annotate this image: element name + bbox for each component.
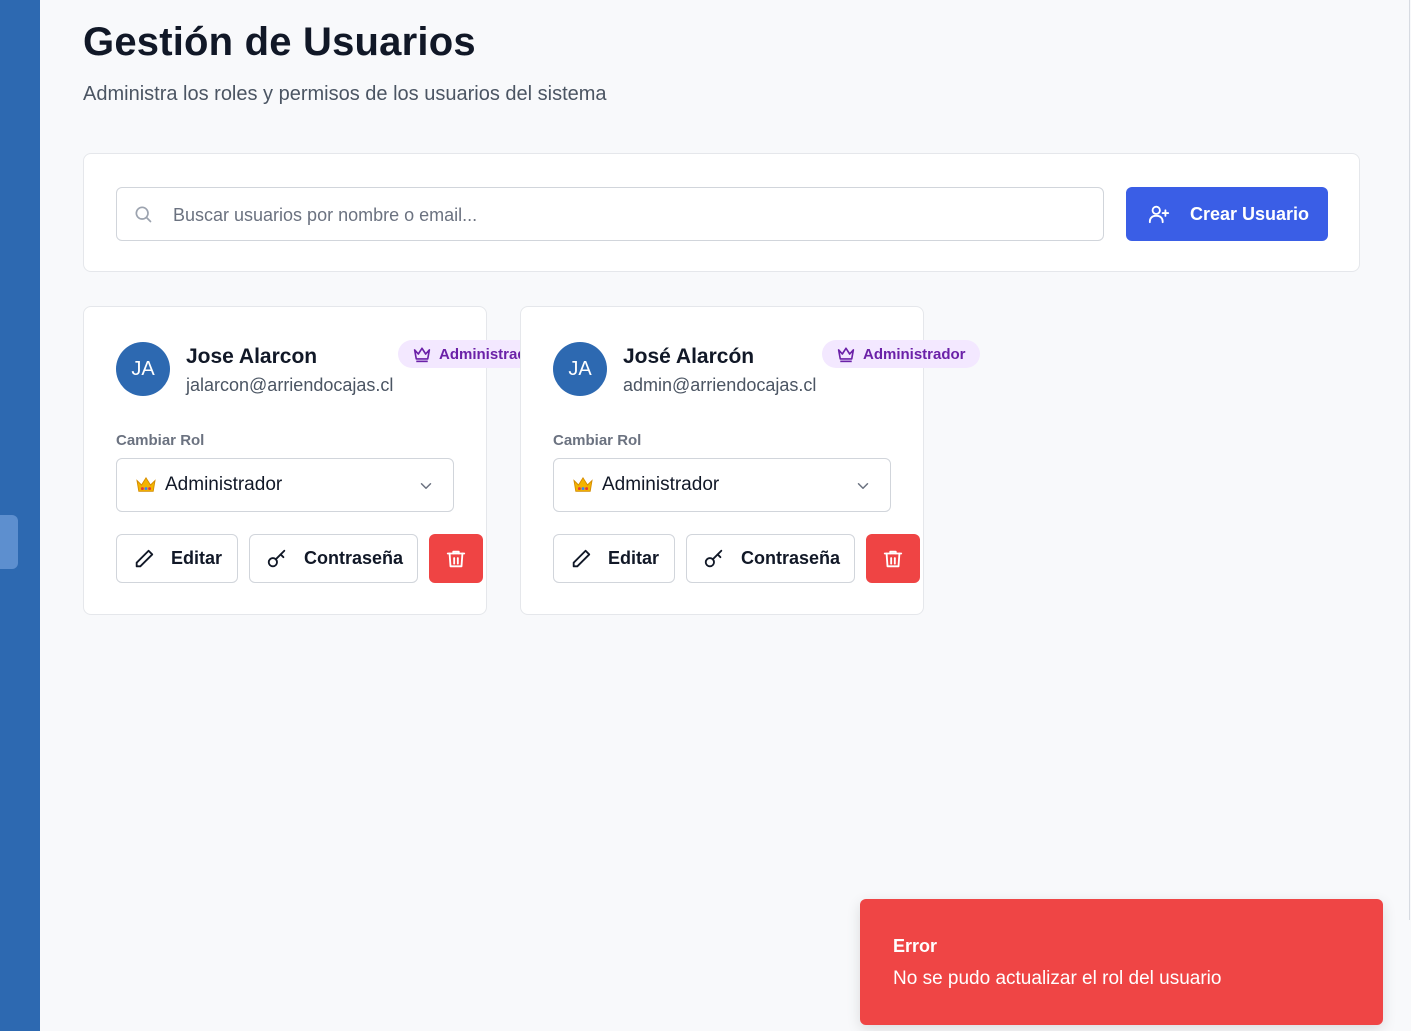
change-password-button[interactable]: Contraseña bbox=[249, 534, 418, 583]
crown-icon bbox=[837, 347, 855, 363]
search-icon bbox=[135, 206, 152, 223]
role-badge: Administrador bbox=[822, 340, 980, 368]
pencil-icon bbox=[572, 549, 591, 567]
role-label: Cambiar Rol bbox=[553, 432, 642, 449]
key-icon bbox=[704, 549, 723, 567]
role-badge-label: Administrador bbox=[863, 345, 966, 363]
user-email: admin@arriendocajas.cl bbox=[623, 375, 817, 395]
edit-button[interactable]: Editar bbox=[116, 534, 238, 583]
search-input[interactable] bbox=[171, 188, 1095, 242]
user-name: José Alarcón bbox=[623, 345, 755, 368]
page-subtitle: Administra los roles y permisos de los u… bbox=[83, 83, 607, 105]
role-select[interactable]: Administrador bbox=[116, 458, 454, 512]
scrollbar-edge bbox=[1409, 0, 1410, 920]
password-label: Contraseña bbox=[304, 548, 404, 568]
pencil-icon bbox=[135, 549, 154, 567]
trash-icon bbox=[883, 550, 903, 567]
search-box[interactable] bbox=[116, 187, 1104, 242]
avatar: JA bbox=[553, 342, 607, 396]
key-icon bbox=[267, 549, 286, 567]
badge-clip: Administrador bbox=[84, 307, 520, 387]
role-select-value: Administrador bbox=[602, 474, 720, 495]
user-card: JA José Alarcón admin@arriendocajas.cl A… bbox=[520, 306, 980, 615]
toast-message: No se pudo actualizar el rol del usuario bbox=[893, 968, 1222, 989]
edit-label: Editar bbox=[608, 548, 660, 568]
search-panel: Crear Usuario bbox=[83, 153, 1360, 272]
page-title: Gestión de Usuarios bbox=[83, 20, 476, 64]
crown-emoji-icon bbox=[136, 476, 156, 492]
toast-title: Error bbox=[893, 936, 938, 956]
user-plus-icon bbox=[1148, 205, 1170, 224]
delete-button[interactable] bbox=[866, 534, 920, 583]
role-select[interactable]: Administrador bbox=[553, 458, 891, 512]
crown-emoji-icon bbox=[573, 476, 593, 492]
crown-icon bbox=[413, 347, 431, 363]
chevron-down-icon bbox=[857, 483, 869, 489]
role-badge-label: Administrador bbox=[439, 345, 520, 363]
trash-icon bbox=[446, 550, 466, 567]
user-card: JA Jose Alarcon jalarcon@arriendocajas.c… bbox=[83, 306, 520, 615]
create-user-label: Crear Usuario bbox=[1190, 203, 1310, 224]
create-user-button[interactable]: Crear Usuario bbox=[1126, 187, 1328, 241]
chevron-down-icon bbox=[420, 483, 432, 489]
role-select-value: Administrador bbox=[165, 474, 283, 495]
password-label: Contraseña bbox=[741, 548, 841, 568]
edit-label: Editar bbox=[171, 548, 223, 568]
delete-button[interactable] bbox=[429, 534, 483, 583]
sidebar-toggle-handle[interactable] bbox=[0, 515, 18, 569]
error-toast[interactable]: Error No se pudo actualizar el rol del u… bbox=[860, 899, 1383, 1025]
role-badge: Administrador bbox=[398, 340, 520, 368]
edit-button[interactable]: Editar bbox=[553, 534, 675, 583]
role-label: Cambiar Rol bbox=[116, 432, 205, 449]
change-password-button[interactable]: Contraseña bbox=[686, 534, 855, 583]
